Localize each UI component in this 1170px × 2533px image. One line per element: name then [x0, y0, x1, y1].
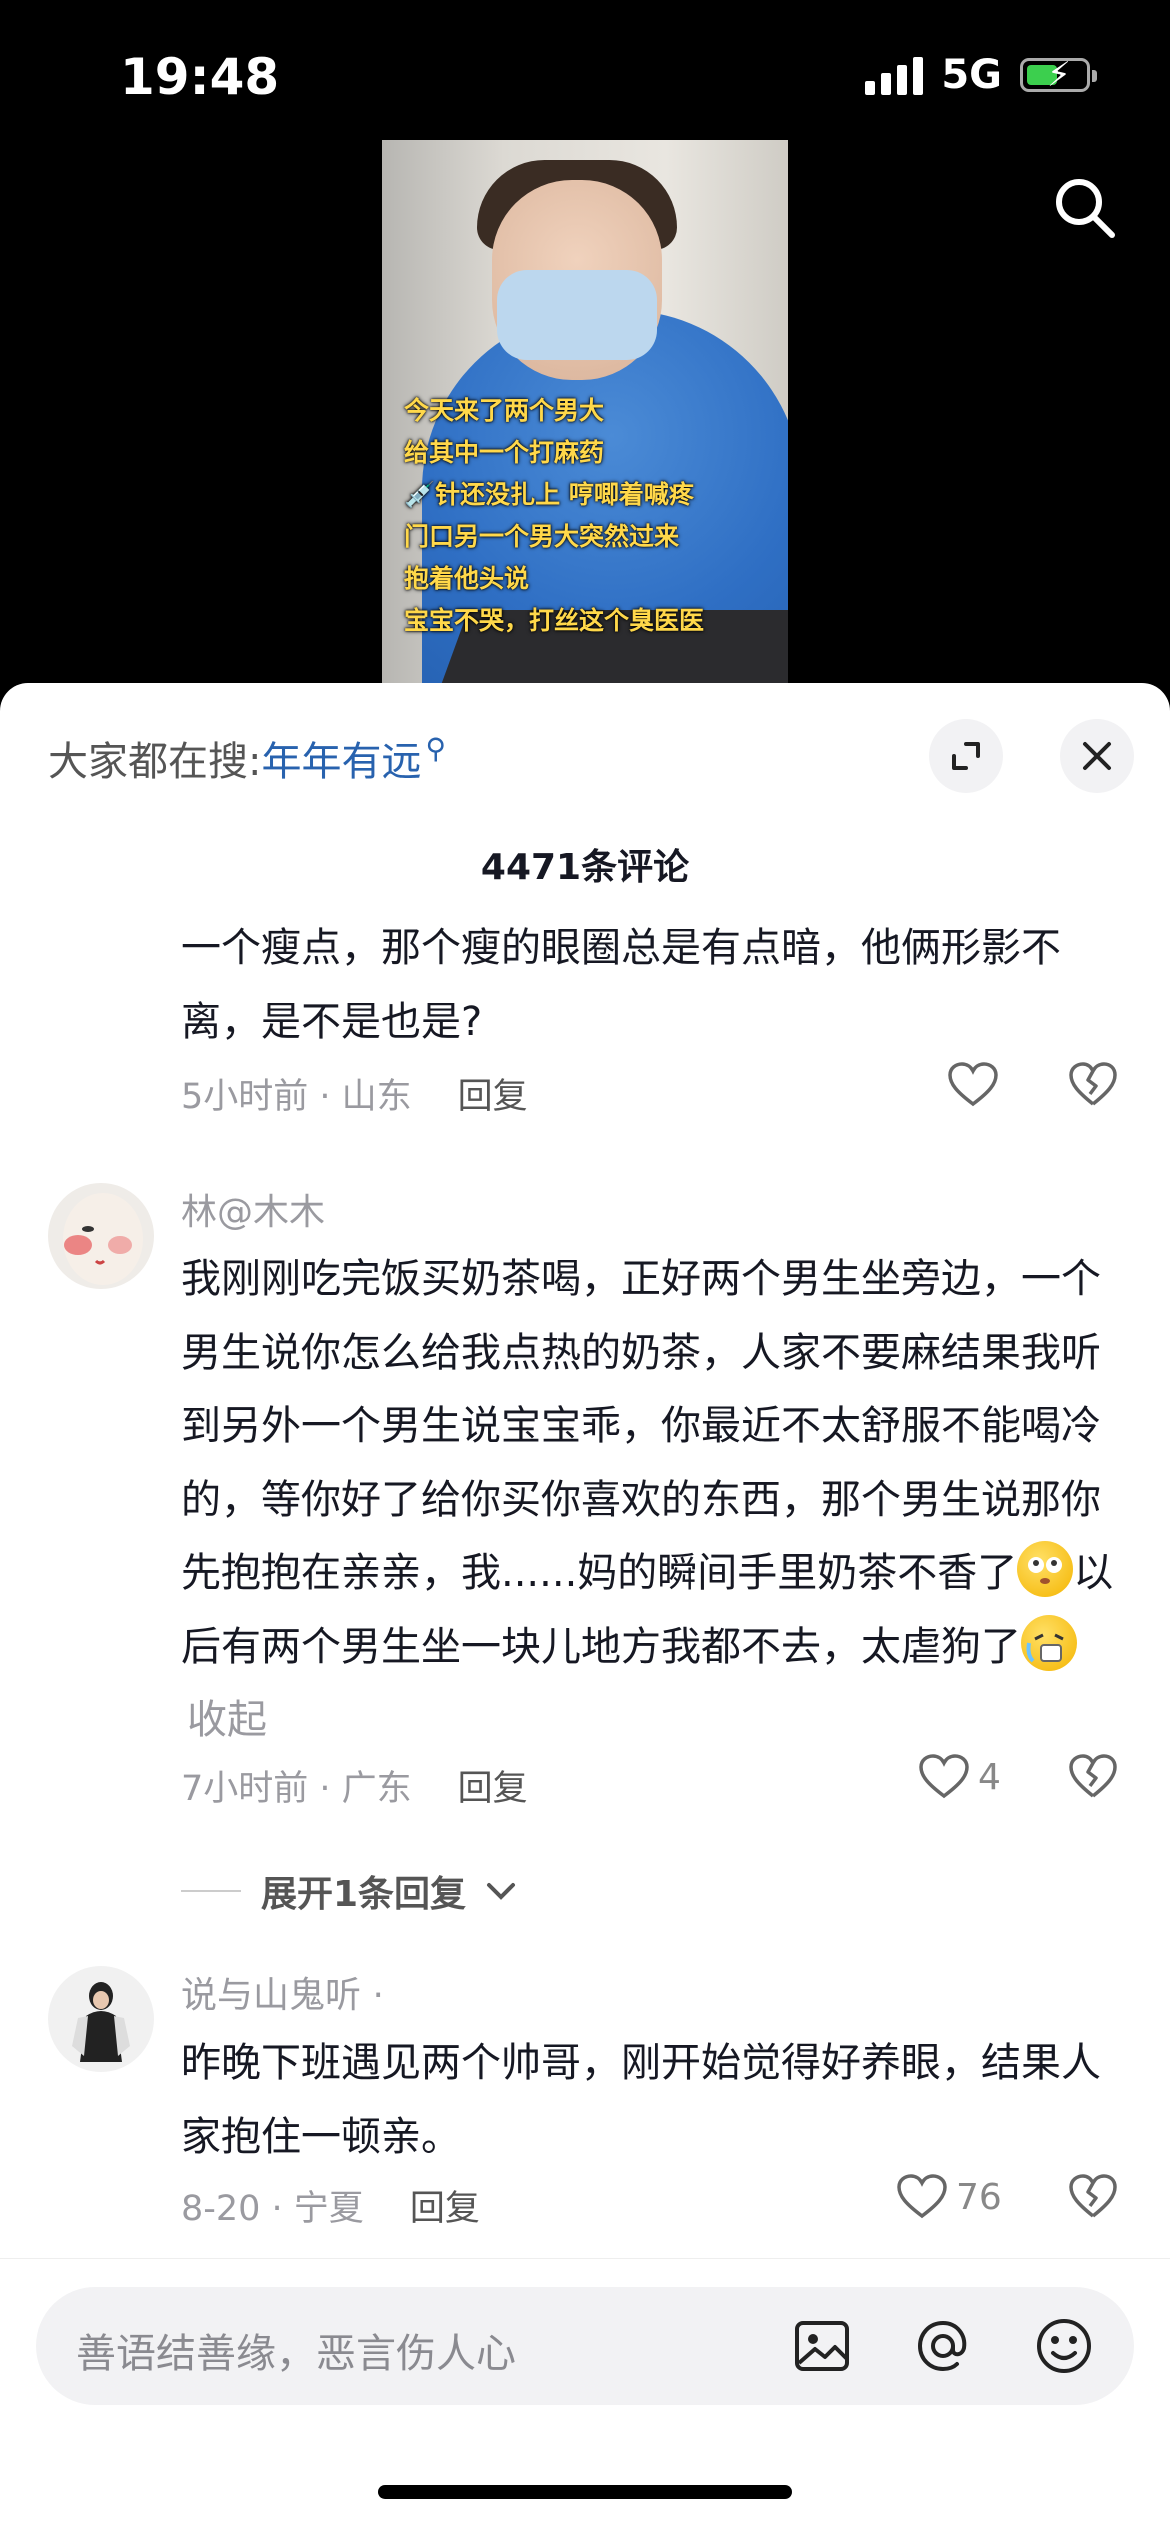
heart-icon [919, 1754, 969, 1799]
dislike-button[interactable] [1068, 1062, 1118, 1112]
reply-button[interactable]: 回复 [410, 2189, 480, 2229]
emoji-icon[interactable] [1033, 2315, 1095, 2377]
like-button[interactable] [947, 1062, 999, 1108]
mention-icon[interactable] [912, 2315, 974, 2377]
reply-button[interactable]: 回复 [458, 1769, 528, 1809]
dislike-button[interactable] [1068, 1754, 1118, 1804]
broken-heart-icon [1069, 1062, 1117, 1106]
avatar[interactable] [48, 1183, 154, 1289]
broken-heart-icon [1069, 1754, 1117, 1798]
heart-icon [897, 2174, 947, 2219]
reply-button[interactable]: 回复 [458, 1077, 528, 1117]
comment-sheet: 大家都在搜: 年年有远 ⚲ 4471条评论 一个瘦点，那个瘦的眼圈总是有点暗，他… [0, 683, 1170, 2532]
like-count: 76 [956, 2176, 1002, 2218]
comment-author[interactable]: 说与山鬼听 · [181, 1966, 384, 2018]
hot-search-term[interactable]: 年年有远 [261, 729, 421, 787]
signal-icon [865, 55, 924, 95]
image-icon[interactable] [791, 2315, 853, 2377]
comment-input[interactable]: 善语结善缘，恶言伤人心 [36, 2287, 1134, 2405]
dislike-button[interactable] [1068, 2174, 1118, 2224]
video-thumbnail[interactable]: 今天来了两个男大 给其中一个打麻药 💉针还没扎上 哼唧着喊疼 门口另一个男大突然… [382, 140, 788, 685]
like-button[interactable]: 76 [896, 2174, 1002, 2220]
comment-input-bar: 善语结善缘，恶言伤人心 [0, 2258, 1170, 2533]
flushed-emoji-icon [1017, 1541, 1074, 1597]
hot-search[interactable]: 大家都在搜: 年年有远 ⚲ [48, 729, 446, 787]
expand-button[interactable] [929, 719, 1003, 793]
close-button[interactable] [1060, 719, 1134, 793]
status-time: 19:48 [120, 48, 280, 106]
hot-search-prefix: 大家都在搜: [48, 739, 262, 785]
collapse-button[interactable]: 收起 [187, 1697, 267, 1743]
status-icons: 5G ⚡ [865, 52, 1097, 98]
like-button[interactable]: 4 [918, 1754, 1001, 1800]
comment-author[interactable]: 林@木木 [181, 1183, 325, 1235]
comment-input-placeholder: 善语结善缘，恶言伤人心 [76, 2331, 516, 2377]
network-type: 5G [941, 52, 1002, 98]
close-icon [1083, 742, 1111, 770]
like-count: 4 [978, 1756, 1001, 1798]
comment-text: 我刚刚吃完饭买奶茶喝，正好两个男生坐旁边，一个男生说你怎么给我点热的奶茶，人家不… [181, 1256, 1114, 1743]
search-icon[interactable] [1052, 175, 1118, 241]
expand-replies-button[interactable]: 展开1条回复 [181, 1865, 516, 1917]
chevron-down-icon [487, 1883, 516, 1900]
heart-icon [948, 1062, 998, 1107]
crying-emoji-icon [1021, 1614, 1077, 1671]
battery-icon: ⚡ [1020, 55, 1097, 95]
home-indicator[interactable] [378, 2485, 792, 2499]
comment-meta: 8-20 · 宁夏 回复 [181, 2189, 480, 2229]
video-caption: 今天来了两个男大 给其中一个打麻药 💉针还没扎上 哼唧着喊疼 门口另一个男大突然… [404, 396, 705, 635]
small-search-icon: ⚲ [425, 731, 446, 765]
broken-heart-icon [1069, 2174, 1117, 2218]
comment-text: 一个瘦点，那个瘦的眼圈总是有点暗，他俩形影不离，是不是也是? [181, 925, 1061, 1045]
comment-meta: 5小时前 · 山东 回复 [181, 1077, 528, 1117]
avatar[interactable] [48, 1966, 154, 2072]
expand-icon [952, 742, 980, 770]
comment-meta: 7小时前 · 广东 回复 [181, 1769, 528, 1809]
comment-text: 昨晚下班遇见两个帅哥，刚开始觉得好养眼，结果人家抱住一顿亲。 [181, 2040, 1101, 2160]
comment-count: 4471条评论 [480, 847, 690, 888]
